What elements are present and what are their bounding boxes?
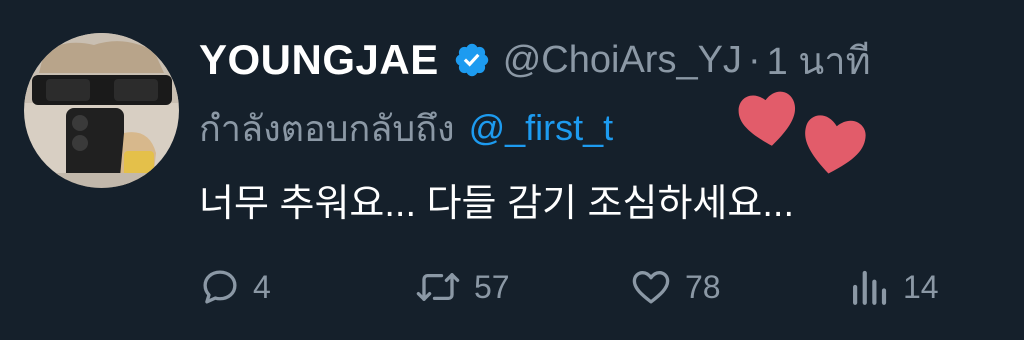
replying-to-label: กำลังตอบกลับถึง	[199, 107, 455, 149]
verified-badge-icon	[455, 43, 488, 77]
reply-mention-link[interactable]: @_first_t	[469, 107, 614, 149]
views-icon	[853, 270, 887, 305]
retweet-icon	[416, 273, 460, 301]
display-name[interactable]: YOUNGJAE	[199, 36, 439, 84]
tweet-header: YOUNGJAE @ChoiArs_YJ · 1 นาที	[199, 30, 871, 90]
replying-to-line: กำลังตอบกลับถึง @_first_t	[199, 102, 613, 154]
separator-dot: ·	[747, 38, 761, 81]
user-handle[interactable]: @ChoiArs_YJ	[503, 39, 742, 82]
hearts-sticker-icon	[738, 91, 866, 174]
tweet: YOUNGJAE @ChoiArs_YJ · 1 นาที กำลังตอบกล…	[0, 0, 1024, 340]
views-button[interactable]: 14	[849, 262, 939, 312]
avatar-photo	[24, 33, 179, 188]
tweet-text: 너무 추워요... 다들 감기 조심하세요...	[199, 183, 795, 225]
like-count: 78	[685, 268, 721, 305]
reply-count: 4	[253, 268, 271, 305]
retweet-button[interactable]: 57	[414, 262, 510, 312]
like-button[interactable]: 78	[629, 262, 721, 312]
views-count: 14	[903, 268, 939, 305]
reply-icon	[203, 270, 237, 304]
timestamp[interactable]: 1 นาที	[767, 30, 871, 91]
reply-button[interactable]: 4	[199, 262, 271, 312]
retweet-count: 57	[474, 268, 510, 305]
tweet-actions: 4 57 78 14	[199, 262, 979, 312]
heart-icon	[632, 270, 670, 304]
avatar[interactable]	[24, 33, 179, 188]
